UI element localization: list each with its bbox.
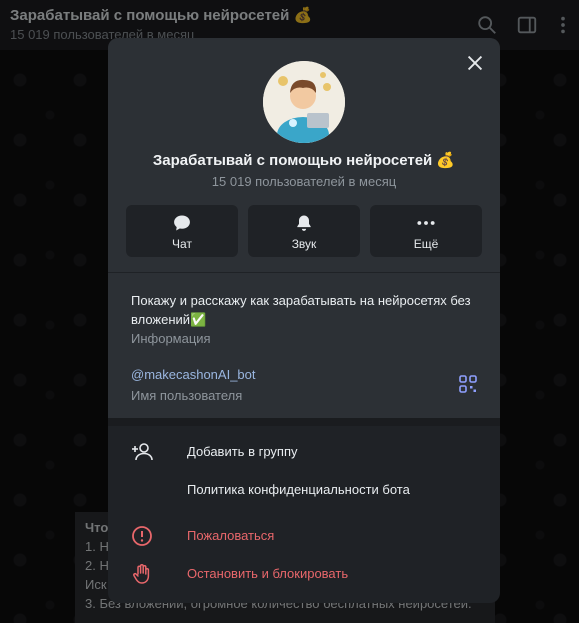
add-user-icon	[132, 443, 153, 461]
avatar[interactable]	[263, 61, 345, 143]
qr-code-icon[interactable]	[459, 375, 477, 393]
chat-icon	[174, 215, 190, 231]
bot-description: Покажу и расскажу как зарабатывать на не…	[131, 293, 471, 327]
bot-username-link[interactable]: @makecashonAI_bot	[131, 367, 256, 382]
add-to-group-button[interactable]: Добавить в группу	[108, 434, 500, 470]
avatar-illustration	[263, 61, 345, 143]
close-icon[interactable]	[464, 52, 486, 74]
bot-monthly-users: 15 019 пользователей в месяц	[211, 174, 397, 189]
more-icon	[417, 221, 435, 225]
add-to-group-label: Добавить в группу	[187, 444, 298, 459]
more-button-label: Ещё	[413, 237, 439, 251]
privacy-policy-label: Политика конфиденциальности бота	[187, 482, 410, 497]
report-button[interactable]: Пожаловаться	[108, 518, 500, 554]
block-hand-icon	[133, 564, 150, 584]
section-divider	[108, 418, 500, 426]
description-label: Информация	[131, 331, 211, 346]
bot-name: Зарабатывай с помощью нейросетей 💰	[152, 152, 456, 169]
report-icon	[132, 526, 152, 546]
chat-button-label: Чат	[172, 237, 192, 251]
privacy-policy-button[interactable]: Политика конфиденциальности бота	[108, 472, 500, 508]
report-label: Пожаловаться	[187, 528, 275, 543]
sound-button[interactable]: Звук	[248, 205, 360, 257]
bell-icon	[297, 215, 311, 231]
more-button[interactable]: Ещё	[370, 205, 482, 257]
chat-button[interactable]: Чат	[126, 205, 238, 257]
sound-button-label: Звук	[291, 237, 317, 251]
stop-and-block-label: Остановить и блокировать	[187, 566, 349, 581]
username-label: Имя пользователя	[131, 388, 243, 403]
info-section: Покажу и расскажу как зарабатывать на не…	[108, 272, 500, 419]
bot-info-panel: Зарабатывай с помощью нейросетей 💰 15 01…	[108, 38, 500, 603]
stop-and-block-button[interactable]: Остановить и блокировать	[108, 556, 500, 592]
